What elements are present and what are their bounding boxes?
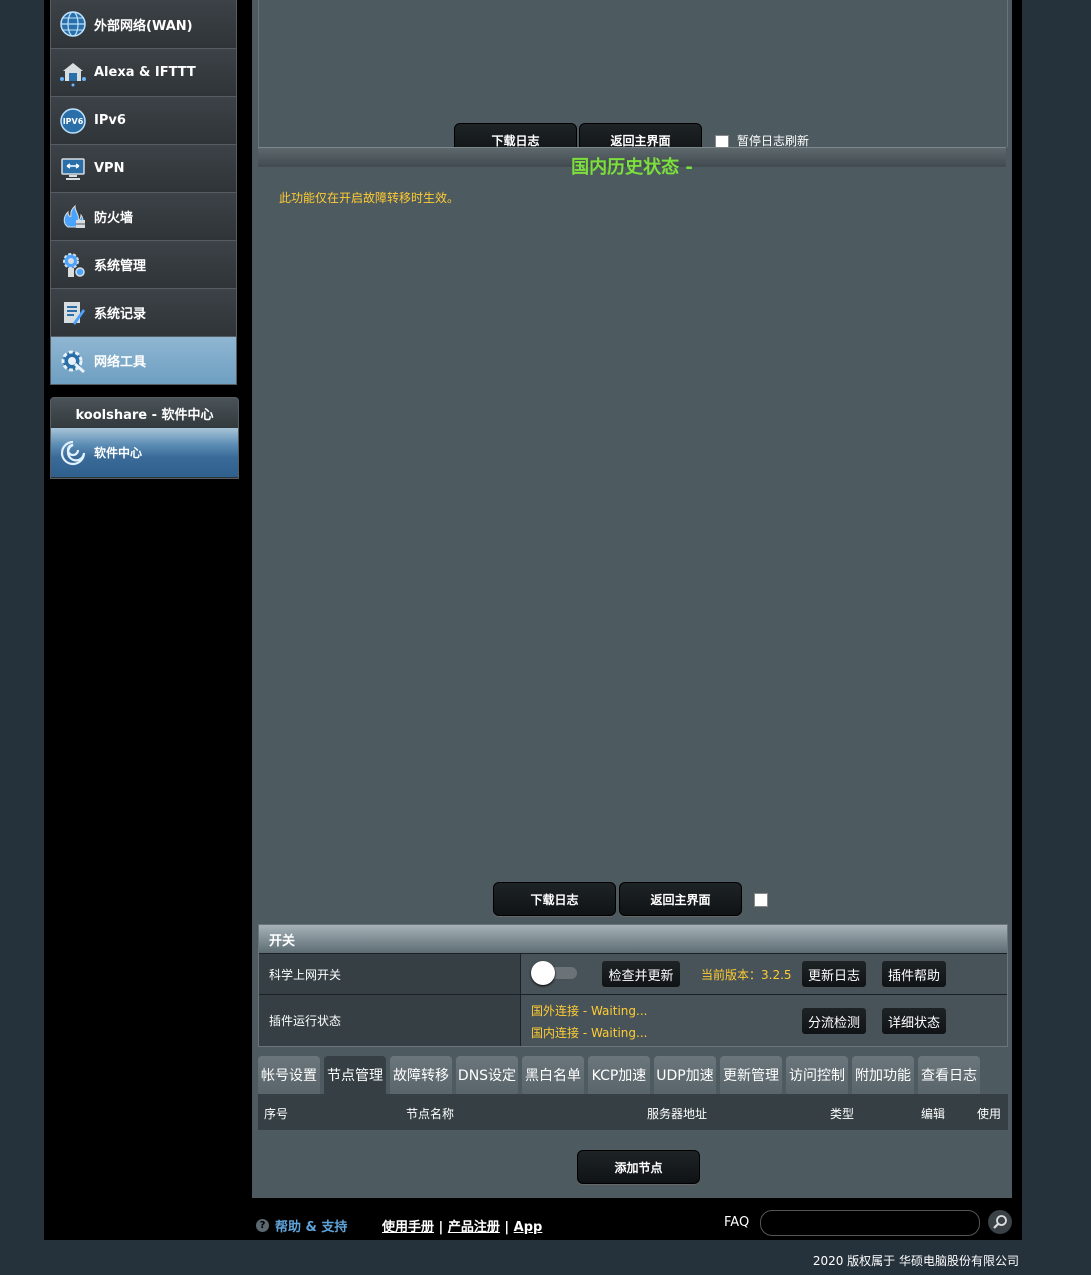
sidebar-item-label: 防火墙 [94,211,134,226]
changelog-button[interactable]: 更新日志 [801,960,867,988]
search-icon [993,1215,1007,1229]
sidebar-item-label: 软件中心 [94,446,143,460]
column-index: 序号 [264,1107,289,1121]
plugin-status-label: 插件运行状态 [259,995,521,1046]
sidebar-item-alexa-ifttt[interactable]: Alexa & IFTTT [50,49,237,97]
proxy-switch-label: 科学上网开关 [259,954,521,994]
sidebar-item-vpn[interactable]: VPN [50,145,237,193]
tab-nodes[interactable]: 节点管理 [324,1056,386,1094]
sidebar-item-label: 网络工具 [94,355,147,370]
column-server-address: 服务器地址 [647,1107,708,1121]
faq-search-input[interactable] [760,1210,980,1236]
split-test-button[interactable]: 分流检测 [801,1007,867,1035]
proxy-toggle[interactable] [531,961,577,985]
sidebar-item-system-log[interactable]: 系统记录 [50,289,237,337]
copyright: 2020 版权属于 华硕电脑股份有限公司 [812,1254,1019,1268]
sidebar-item-label: VPN [94,161,125,176]
tab-access[interactable]: 访问控制 [786,1056,848,1094]
sidebar-item-system-admin[interactable]: 系统管理 [50,241,237,289]
sidebar-item-network-tools[interactable]: 网络工具 [50,337,237,385]
back-main-button-bottom[interactable]: 返回主界面 [619,882,742,916]
system-log-icon [58,298,88,328]
globe-icon [58,9,88,39]
download-log-button-bottom[interactable]: 下载日志 [493,882,616,916]
table-cell: 检查并更新 当前版本：3.2.5 更新日志 插件帮助 [521,954,1007,994]
manual-link[interactable]: 使用手册 [382,1220,434,1235]
vpn-icon [58,154,88,184]
domestic-connection-status: 国内连接 - Waiting... [531,1026,648,1040]
toggle-knob [531,961,555,985]
faq-search-button[interactable] [988,1210,1012,1234]
sidebar-item-label: 外部网络(WAN) [94,18,193,34]
ipv6-icon: IPV6 [58,106,88,136]
help-support-label: 帮助 & 支持 [275,1220,348,1235]
tab-logs[interactable]: 查看日志 [918,1056,980,1094]
table-row: 科学上网开关 检查并更新 当前版本：3.2.5 更新日志 插件帮助 [259,953,1007,994]
app-link[interactable]: App [514,1220,543,1235]
tab-dns[interactable]: DNS设定 [456,1056,518,1094]
switch-table: 开关 科学上网开关 检查并更新 当前版本：3.2.5 更新日志 插件帮助 插件运… [258,924,1008,1047]
link-separator: | [438,1220,444,1235]
sidebar-item-label: IPv6 [94,113,126,128]
sidebar-item-wan[interactable]: 外部网络(WAN) [50,0,237,49]
foreign-connection-status: 国外连接 - Waiting... [531,1004,648,1018]
tab-udp[interactable]: UDP加速 [654,1056,716,1094]
link-separator: | [504,1220,510,1235]
sidebar: 外部网络(WAN) Alexa & IFTTT IPV6 IPv6 VPN 防火… [50,0,237,385]
column-edit: 编辑 [921,1107,946,1121]
footer-links: 使用手册 | 产品注册 | App [382,1216,542,1235]
sidebar-item-software-center[interactable]: 软件中心 [51,428,238,477]
sidebar-item-firewall[interactable]: 防火墙 [50,193,237,241]
failover-notice: 此功能仅在开启故障转移时生效。 [279,191,460,205]
detail-status-button[interactable]: 详细状态 [881,1007,947,1035]
register-link[interactable]: 产品注册 [448,1220,500,1235]
sidebar-item-label: 系统记录 [94,307,147,322]
tab-addons[interactable]: 附加功能 [852,1056,914,1094]
network-tools-icon [58,346,88,376]
help-icon: ? [256,1219,269,1232]
plugin-help-button[interactable]: 插件帮助 [881,960,947,988]
firewall-icon [58,202,88,232]
koolshare-title: koolshare - 软件中心 [51,398,238,428]
software-center-icon [58,438,88,468]
column-type: 类型 [830,1107,855,1121]
tab-failover[interactable]: 故障转移 [390,1056,452,1094]
current-version: 当前版本：3.2.5 [701,968,792,982]
tab-update[interactable]: 更新管理 [720,1056,782,1094]
node-list-header: 序号 节点名称 服务器地址 类型 编辑 使用 [258,1094,1008,1130]
sidebar-item-label: Alexa & IFTTT [94,65,196,80]
help-support[interactable]: ? 帮助 & 支持 [256,1216,347,1235]
tab-blackwhite[interactable]: 黑白名单 [522,1056,584,1094]
tab-account[interactable]: 帐号设置 [258,1056,320,1094]
add-node-button[interactable]: 添加节点 [577,1150,700,1184]
svg-text:IPV6: IPV6 [63,117,84,126]
switch-table-header: 开关 [259,925,1007,953]
table-cell: 国外连接 - Waiting... 国内连接 - Waiting... 分流检测… [521,995,1007,1046]
system-admin-icon [58,250,88,280]
tab-kcp[interactable]: KCP加速 [588,1056,650,1094]
column-use: 使用 [977,1107,1002,1121]
sidebar-item-label: 系统管理 [94,259,147,274]
bottom-checkbox[interactable] [754,893,768,907]
check-update-button[interactable]: 检查并更新 [601,960,681,988]
faq-label: FAQ [724,1215,750,1230]
tab-bar: 帐号设置 节点管理 故障转移 DNS设定 黑白名单 KCP加速 UDP加速 更新… [258,1056,984,1094]
sidebar-item-ipv6[interactable]: IPV6 IPv6 [50,97,237,145]
history-title: 国内历史状态 - [571,157,693,178]
footer: ? 帮助 & 支持 使用手册 | 产品注册 | App FAQ [252,1205,1012,1241]
smart-home-icon [58,58,88,88]
table-row: 插件运行状态 国外连接 - Waiting... 国内连接 - Waiting.… [259,994,1007,1046]
koolshare-panel: koolshare - 软件中心 软件中心 [50,397,239,479]
column-node-name: 节点名称 [406,1107,455,1121]
